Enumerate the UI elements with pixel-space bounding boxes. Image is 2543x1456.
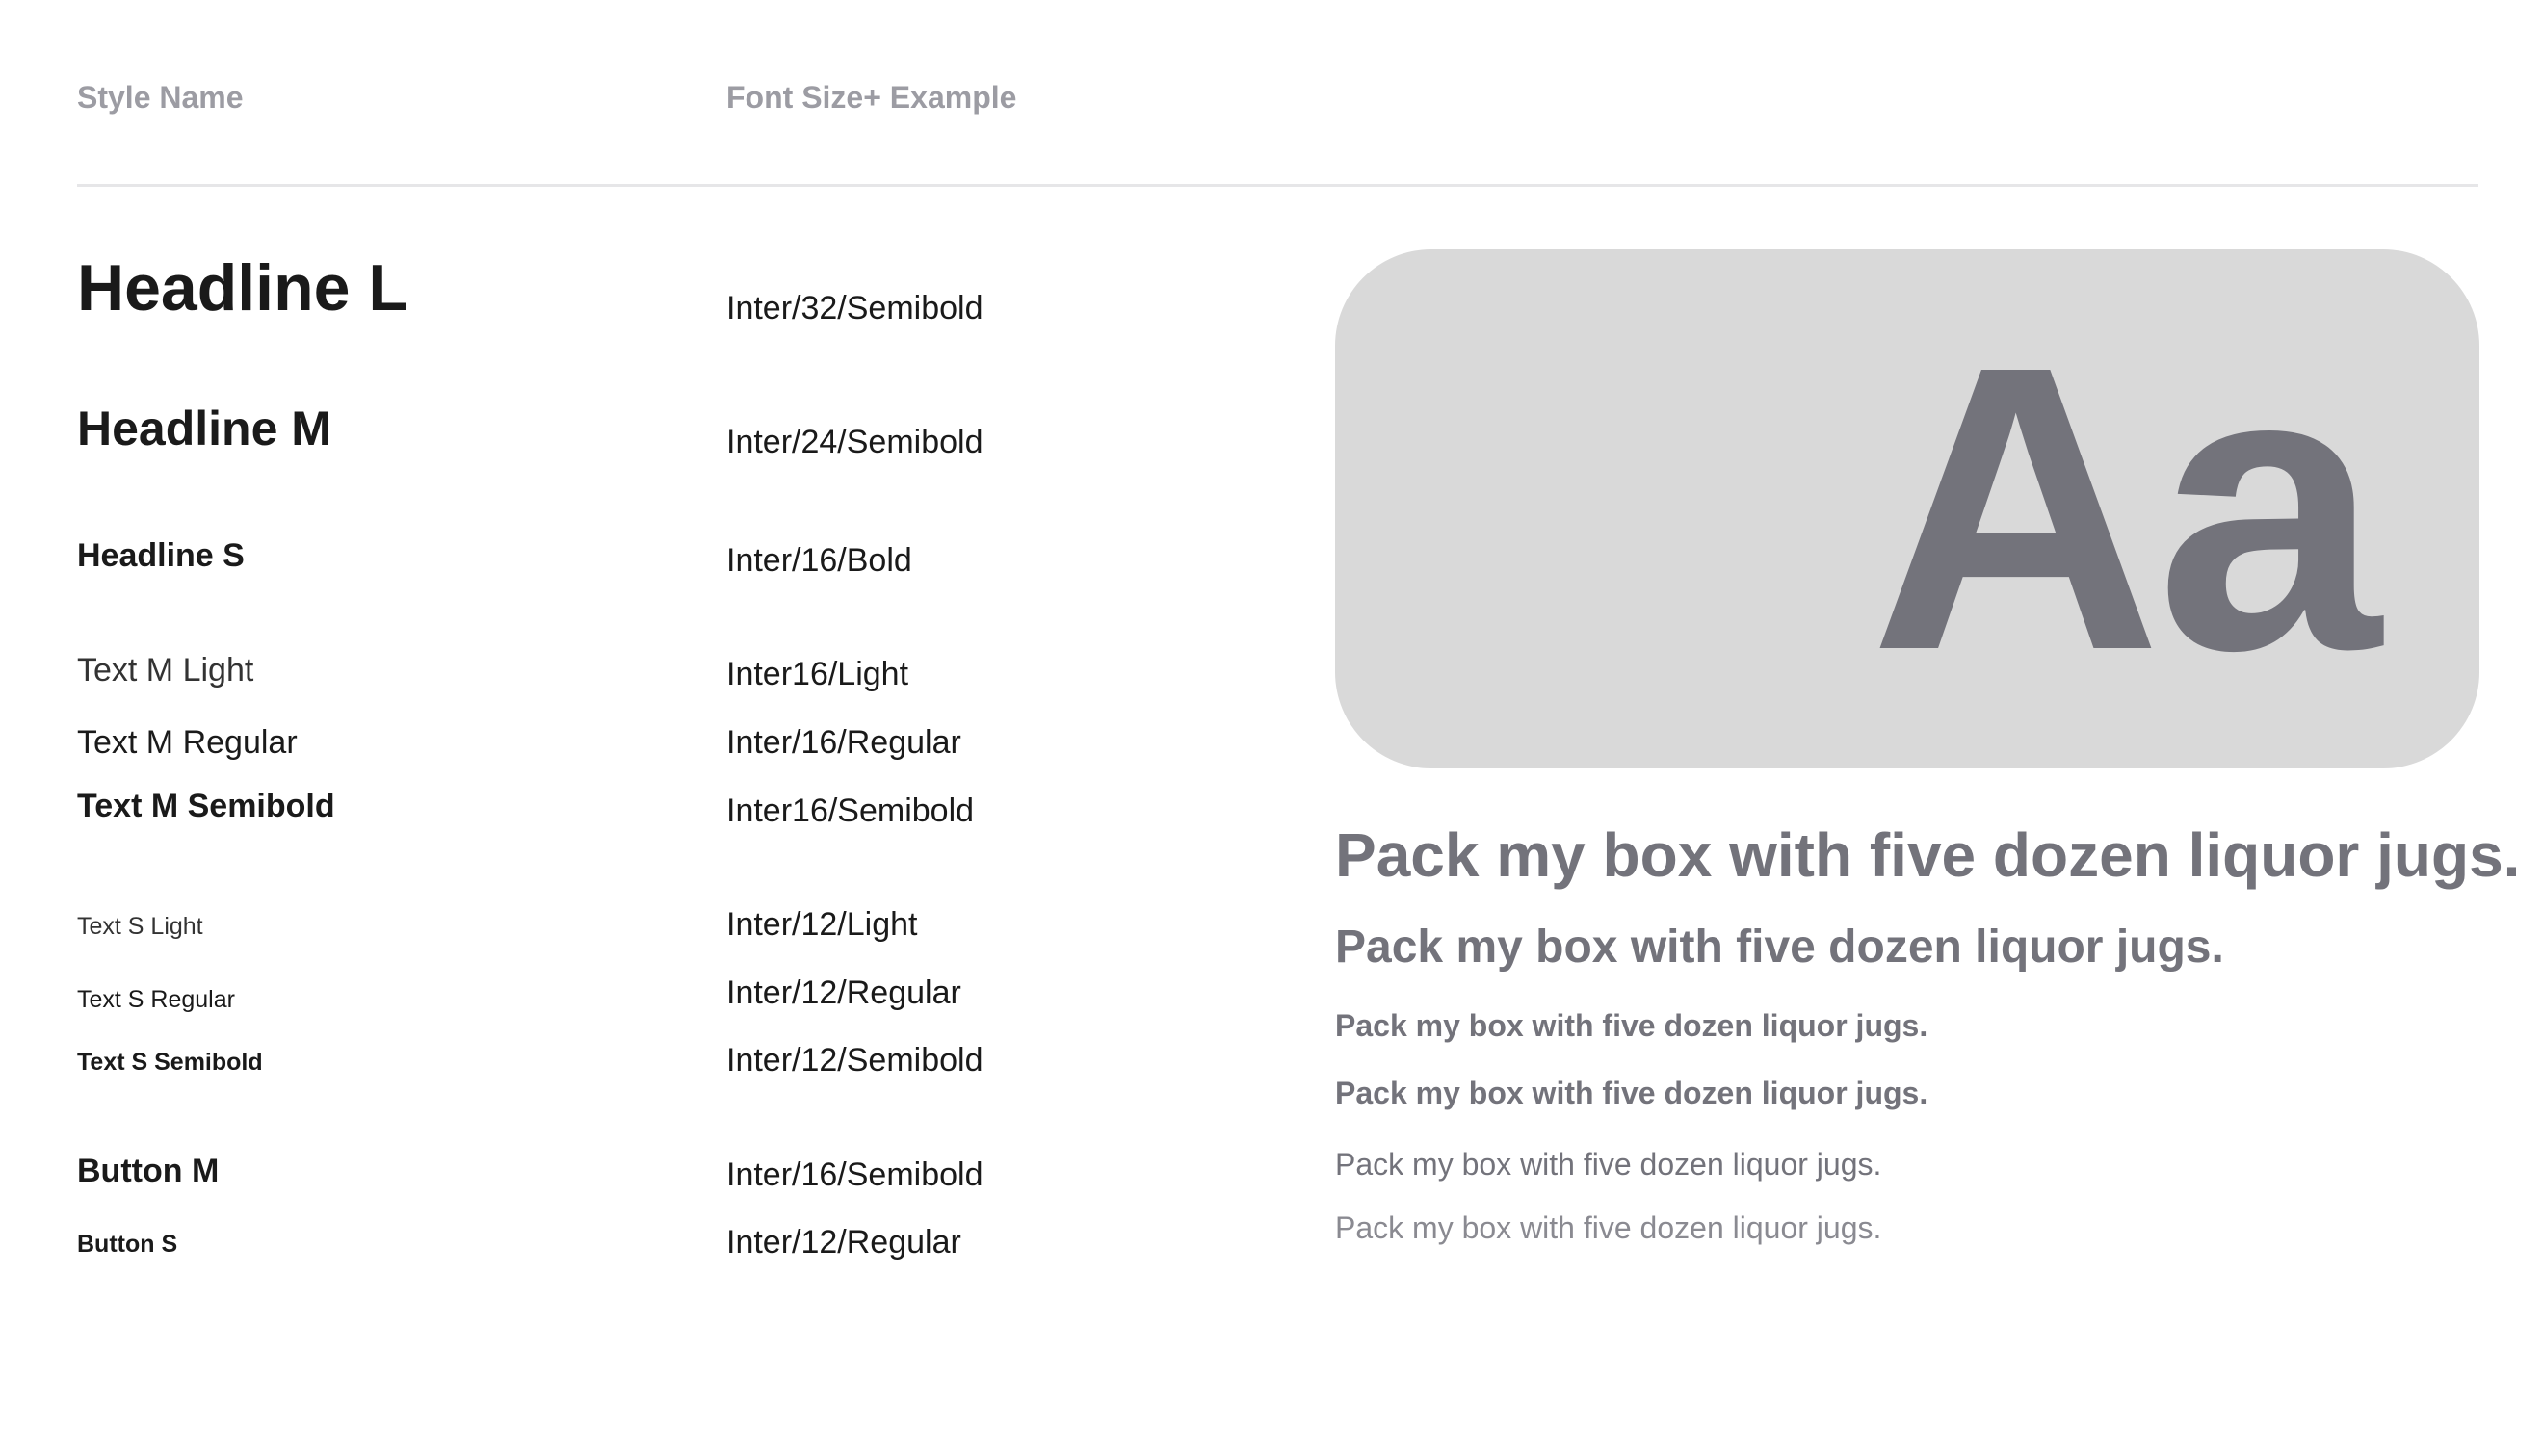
spec-button-m: Inter/16/Semibold <box>726 1157 983 1193</box>
style-name-text-s-semibold: Text S Semibold <box>77 1049 263 1076</box>
style-name-column-header: Style Name <box>77 80 244 115</box>
spec-text-m-regular: Inter/16/Regular <box>726 724 961 761</box>
sample-headline-s: Pack my box with five dozen liquor jugs. <box>1335 1008 1928 1043</box>
style-name-text-s-regular: Text S Regular <box>77 986 235 1013</box>
style-name-button-m: Button M <box>77 1153 220 1189</box>
spec-text-s-light: Inter/12/Light <box>726 906 918 943</box>
style-name-text-m-regular: Text M Regular <box>77 724 298 761</box>
sample-text-regular: Pack my box with five dozen liquor jugs. <box>1335 1147 1882 1182</box>
spec-headline-s: Inter/16/Bold <box>726 542 912 579</box>
spec-button-s: Inter/12/Regular <box>726 1224 961 1261</box>
sample-headline-m: Pack my box with five dozen liquor jugs. <box>1335 922 2224 973</box>
spec-text-s-semibold: Inter/12/Semibold <box>726 1042 983 1079</box>
style-name-text-m-light: Text M Light <box>77 652 254 689</box>
style-name-button-s: Button S <box>77 1231 178 1258</box>
spec-headline-m: Inter/24/Semibold <box>726 424 983 460</box>
sample-text-semibold: Pack my box with five dozen liquor jugs. <box>1335 1076 1928 1110</box>
spec-text-m-light: Inter16/Light <box>726 656 909 692</box>
style-name-headline-s: Headline S <box>77 537 245 574</box>
preview-glyph: Aa <box>1870 283 2381 735</box>
style-name-text-m-semibold: Text M Semibold <box>77 788 335 824</box>
style-name-text-s-light: Text S Light <box>77 913 203 940</box>
style-name-headline-l: Headline L <box>77 251 408 325</box>
spec-headline-l: Inter/32/Semibold <box>726 290 983 326</box>
font-size-example-column-header: Font Size+ Example <box>726 80 1017 115</box>
style-name-headline-m: Headline M <box>77 402 331 455</box>
type-preview-card: Aa <box>1335 249 2479 768</box>
sample-headline-l: Pack my box with five dozen liquor jugs. <box>1335 820 2521 890</box>
spec-text-m-semibold: Inter16/Semibold <box>726 793 975 829</box>
spec-text-s-regular: Inter/12/Regular <box>726 975 961 1011</box>
header-divider <box>77 184 2478 187</box>
sample-text-light: Pack my box with five dozen liquor jugs. <box>1335 1210 1882 1245</box>
